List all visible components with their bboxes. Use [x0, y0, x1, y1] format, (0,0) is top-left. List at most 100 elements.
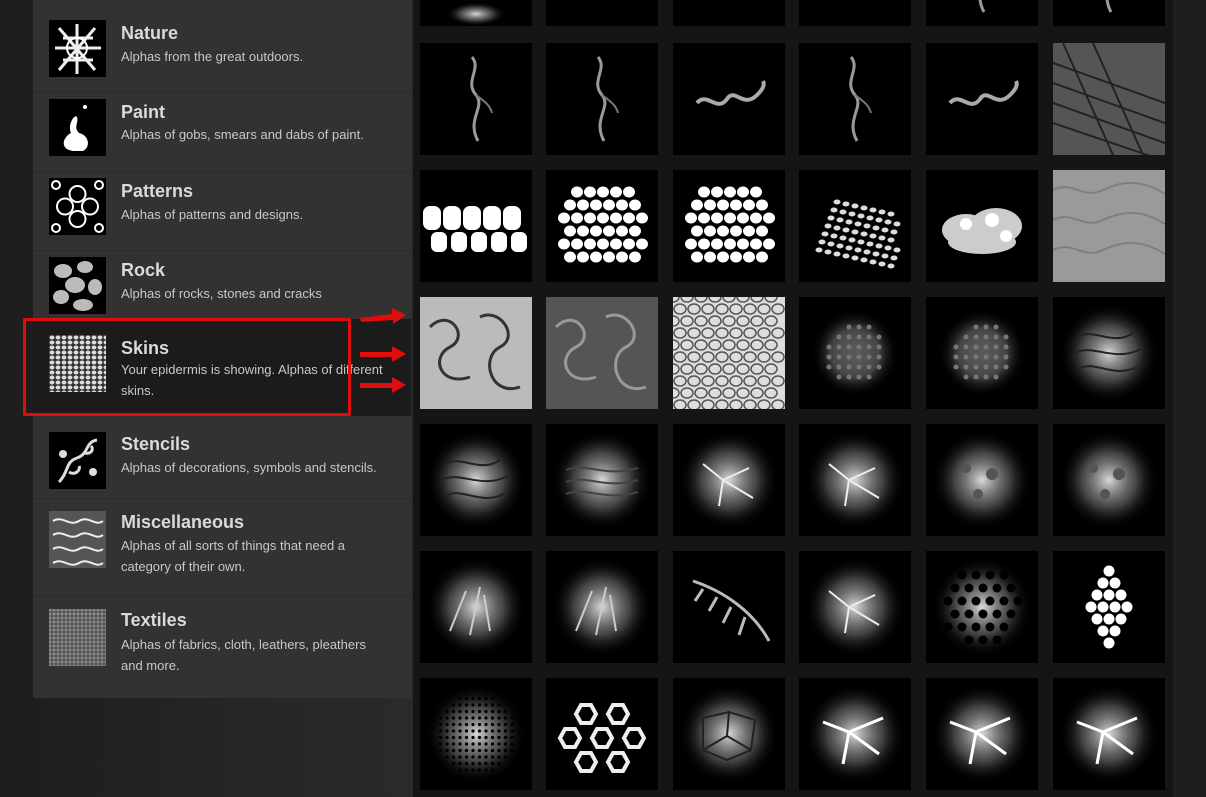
- gray-noise-alpha-icon: [1053, 170, 1165, 282]
- alpha-thumbnail[interactable]: [799, 0, 911, 26]
- cracks-alpha-icon: [679, 430, 779, 530]
- category-desc: Alphas of patterns and designs.: [121, 207, 304, 222]
- alpha-thumbnail[interactable]: [926, 551, 1038, 663]
- alpha-thumbnail[interactable]: [546, 678, 658, 790]
- alpha-thumbnail[interactable]: [673, 297, 785, 409]
- dots-faint-alpha-icon: [811, 309, 899, 397]
- hex-rings-alpha-icon: [557, 703, 647, 773]
- alpha-thumbnail[interactable]: [420, 0, 532, 26]
- scales-alpha-icon: [815, 199, 901, 269]
- stencils-thumb: [49, 432, 106, 489]
- alpha-thumbnail[interactable]: [673, 0, 785, 26]
- blank-alpha-icon: [673, 0, 785, 26]
- rock-thumb: [49, 257, 106, 314]
- alpha-thumbnail[interactable]: [546, 0, 658, 26]
- alpha-thumbnail[interactable]: [673, 43, 785, 155]
- alpha-thumbnail[interactable]: [926, 0, 1038, 26]
- alpha-thumbnail[interactable]: [926, 43, 1038, 155]
- alpha-thumbnail[interactable]: [799, 424, 911, 536]
- category-desc: Your epidermis is showing. Alphas of dif…: [121, 362, 383, 398]
- category-miscellaneous[interactable]: Miscellaneous Alphas of all sorts of thi…: [33, 499, 411, 595]
- alpha-thumbnail[interactable]: [926, 297, 1038, 409]
- creased-skin-alpha-icon: [1053, 43, 1165, 155]
- alpha-thumbnail[interactable]: [420, 170, 532, 282]
- diamond-dots-alpha-icon: [1085, 565, 1133, 649]
- clouds-alpha-icon: [942, 208, 1022, 254]
- pebbles-alpha-icon: [423, 206, 527, 252]
- alpha-thumbnail[interactable]: [1053, 678, 1165, 790]
- patterns-thumb: [49, 178, 106, 235]
- alpha-thumbnail[interactable]: [1053, 170, 1165, 282]
- alpha-thumbnail[interactable]: [799, 297, 911, 409]
- category-desc: Alphas of gobs, smears and dabs of paint…: [121, 127, 364, 142]
- alpha-thumbnail[interactable]: [546, 170, 658, 282]
- category-desc: Alphas of decorations, symbols and stenc…: [121, 460, 377, 475]
- blank-alpha-icon: [546, 0, 658, 26]
- category-patterns[interactable]: Patterns Alphas of patterns and designs.: [33, 172, 411, 250]
- cells-alpha-icon: [685, 186, 775, 263]
- alpha-thumbnail[interactable]: [673, 170, 785, 282]
- alpha-thumbnail[interactable]: [799, 551, 911, 663]
- alpha-thumbnail[interactable]: [673, 551, 785, 663]
- mesh-alpha-icon: [673, 297, 785, 409]
- alpha-thumbnail[interactable]: [420, 43, 532, 155]
- category-nature[interactable]: Nature Alphas from the great outdoors.: [33, 0, 411, 92]
- swirl-gray-alpha-icon: [546, 297, 658, 409]
- alpha-thumbnail[interactable]: [799, 170, 911, 282]
- alpha-thumbnail[interactable]: [420, 678, 532, 790]
- alpha-thumbnail[interactable]: [1053, 424, 1165, 536]
- alpha-thumbnail[interactable]: [546, 424, 658, 536]
- fingerprint-alpha-icon: [426, 430, 526, 530]
- category-title: Rock: [121, 260, 166, 280]
- category-desc: Alphas from the great outdoors.: [121, 49, 304, 64]
- alpha-thumbnail[interactable]: [1053, 297, 1165, 409]
- category-desc: Alphas of all sorts of things that need …: [121, 538, 346, 574]
- nature-thumb: [49, 20, 106, 77]
- paint-thumb: [49, 99, 106, 156]
- alpha-thumbnail[interactable]: [420, 424, 532, 536]
- cells-alpha-icon: [558, 186, 648, 263]
- worm-alpha-icon: [695, 80, 766, 106]
- glow-alpha-icon: [446, 2, 506, 26]
- skins-thumb: [49, 335, 106, 392]
- category-rock[interactable]: Rock Alphas of rocks, stones and cracks: [33, 251, 411, 319]
- category-textiles[interactable]: Textiles Alphas of fabrics, cloth, leath…: [33, 596, 411, 696]
- alpha-thumbnail[interactable]: [799, 678, 911, 790]
- alpha-thumbnail[interactable]: [799, 43, 911, 155]
- alpha-thumbnail[interactable]: [1053, 551, 1165, 663]
- vein-alpha-icon: [596, 56, 619, 142]
- feather-alpha-icon: [692, 579, 771, 642]
- category-paint[interactable]: Paint Alphas of gobs, smears and dabs of…: [33, 93, 411, 171]
- category-title: Paint: [121, 102, 166, 122]
- alpha-thumbnail[interactable]: [1053, 43, 1165, 155]
- category-skins[interactable]: Skins Your epidermis is showing. Alphas …: [33, 319, 411, 416]
- category-desc: Alphas of fabrics, cloth, leathers, plea…: [121, 637, 366, 673]
- alpha-thumbnail[interactable]: [546, 297, 658, 409]
- alpha-thumbnail[interactable]: [926, 424, 1038, 536]
- dots-faint-alpha-icon: [938, 309, 1026, 397]
- alpha-thumbnail[interactable]: [546, 43, 658, 155]
- web-alpha-icon: [805, 684, 905, 784]
- category-title: Skins: [121, 338, 170, 358]
- vein-alpha-icon: [978, 0, 986, 13]
- cracks-alpha-icon: [805, 557, 905, 657]
- alpha-thumbnail[interactable]: [546, 551, 658, 663]
- fur-alpha-icon: [426, 557, 526, 657]
- category-stencils[interactable]: Stencils Alphas of decorations, symbols …: [33, 423, 411, 498]
- alpha-thumbnail[interactable]: [420, 551, 532, 663]
- alpha-thumbnail[interactable]: [673, 678, 785, 790]
- alpha-thumbnail[interactable]: [926, 170, 1038, 282]
- mottled-alpha-icon: [1059, 430, 1159, 530]
- blank-alpha-icon: [799, 0, 911, 26]
- fingerprint-alpha-icon: [1059, 303, 1159, 403]
- alpha-thumbnail[interactable]: [1053, 0, 1165, 26]
- cracks-alpha-icon: [805, 430, 905, 530]
- alpha-thumbnail[interactable]: [673, 424, 785, 536]
- category-title: Stencils: [121, 434, 191, 454]
- alpha-thumbnail[interactable]: [926, 678, 1038, 790]
- category-title: Miscellaneous: [121, 512, 245, 532]
- alpha-thumbnail[interactable]: [420, 297, 532, 409]
- category-title: Textiles: [121, 610, 187, 630]
- category-title: Patterns: [121, 181, 194, 201]
- category-title: Nature: [121, 23, 179, 43]
